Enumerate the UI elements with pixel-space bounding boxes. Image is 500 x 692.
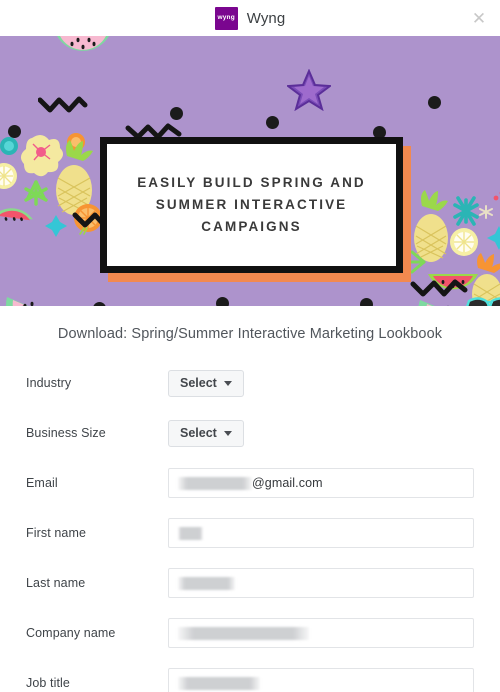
decoration-zigzag-6 (410, 279, 468, 297)
decoration-watermelon-bottom-right (418, 300, 449, 306)
label-business-size: Business Size (26, 426, 106, 440)
redacted-value (178, 626, 309, 640)
chevron-down-icon (223, 430, 232, 436)
modal-header: wyng Wyng ✕ (0, 0, 500, 36)
redacted-value (178, 676, 260, 690)
form-row-company-name: Company name (26, 608, 474, 658)
business-size-select[interactable]: Select (168, 419, 244, 447)
form-row-business-size: Business Size Select (26, 408, 474, 458)
last-name-field[interactable] (168, 568, 474, 598)
job-title-field[interactable] (168, 668, 474, 692)
redacted-value (178, 576, 235, 590)
banner-headline: EASILY BUILD SPRING AND SUMMER INTERACTI… (137, 174, 366, 235)
banner-card-frame: EASILY BUILD SPRING AND SUMMER INTERACTI… (100, 137, 403, 273)
wyng-logo-icon: wyng (214, 6, 238, 30)
form-row-first-name: First name (26, 508, 474, 558)
page-title: Download: Spring/Summer Interactive Mark… (57, 326, 443, 342)
email-field[interactable]: @gmail.com (168, 468, 474, 498)
brand-title: Wyng (246, 9, 286, 27)
redacted-value (178, 476, 252, 490)
decoration-dot-3 (8, 125, 21, 138)
industry-select[interactable]: Select (168, 369, 244, 397)
form-row-industry: Industry Select (26, 358, 474, 408)
decoration-watermelon-top-left (57, 36, 109, 51)
promo-banner: EASILY BUILD SPRING AND SUMMER INTERACTI… (0, 36, 500, 306)
email-suffix: @gmail.com (252, 476, 323, 490)
decoration-starfish (287, 69, 331, 111)
decoration-dot-1 (170, 107, 183, 120)
decoration-watermelon-bottom-left (6, 297, 34, 306)
wyng-modal: wyng Wyng ✕ EASILY BUILD SPRING AND SUMM… (0, 0, 500, 692)
decoration-dot-2 (266, 116, 279, 129)
label-email: Email (26, 476, 58, 490)
decoration-sunglasses-bottom (466, 297, 500, 306)
industry-select-value: Select (180, 376, 217, 390)
decoration-fruit-cluster-left (0, 133, 102, 237)
label-industry: Industry (26, 376, 72, 390)
chevron-down-icon (223, 380, 232, 386)
label-company-name: Company name (26, 626, 116, 640)
logo-wordmark: wyng (217, 13, 235, 21)
decoration-dot-6 (93, 302, 106, 306)
first-name-field[interactable] (168, 518, 474, 548)
decoration-dot-8 (360, 298, 373, 306)
brand-lockup: wyng Wyng (214, 6, 286, 30)
form-row-last-name: Last name (26, 558, 474, 608)
decoration-zigzag-1 (38, 96, 88, 113)
redacted-value (178, 526, 203, 540)
form-row-job-title: Job title (26, 658, 474, 692)
banner-card-inner: EASILY BUILD SPRING AND SUMMER INTERACTI… (107, 144, 396, 266)
business-size-select-value: Select (180, 426, 217, 440)
decoration-zigzag-4 (22, 305, 26, 306)
label-job-title: Job title (26, 676, 70, 690)
company-name-field[interactable] (168, 618, 474, 648)
modal-body: Download: Spring/Summer Interactive Mark… (0, 306, 500, 692)
banner-card: EASILY BUILD SPRING AND SUMMER INTERACTI… (100, 137, 411, 282)
form-row-email: Email @gmail.com (26, 458, 474, 508)
label-first-name: First name (26, 526, 87, 540)
decoration-fruit-cluster-right (410, 190, 500, 306)
decoration-dot-7 (216, 297, 229, 306)
label-last-name: Last name (26, 576, 86, 590)
lead-capture-form: Industry Select Business Size Select Ema… (26, 354, 474, 692)
decoration-dot-4 (428, 96, 441, 109)
close-icon[interactable]: ✕ (468, 7, 490, 29)
